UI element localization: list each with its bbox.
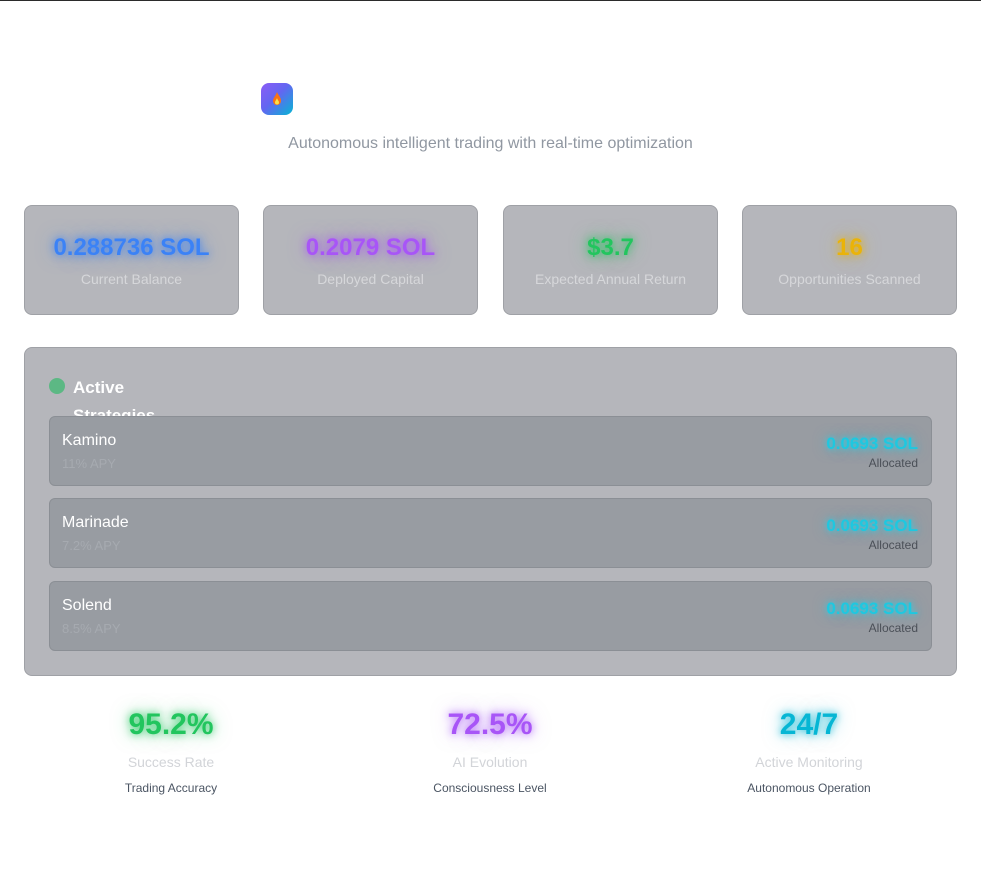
stat-label: Expected Annual Return: [535, 271, 686, 287]
strategy-name: Solend: [62, 597, 112, 614]
status-dot-icon: [49, 378, 65, 394]
app-logo: [261, 83, 293, 115]
metric-success-rate: 95.2% Success Rate Trading Accuracy: [51, 705, 291, 795]
strategy-apy: 7.2% APY: [62, 538, 121, 553]
strategy-row-kamino[interactable]: Kamino 11% APY 0.0693 SOL Allocated: [49, 416, 932, 486]
strategy-name: Kamino: [62, 432, 117, 449]
stat-value: $3.7: [587, 234, 634, 261]
strategy-row-marinade[interactable]: Marinade 7.2% APY 0.0693 SOL Allocated: [49, 498, 932, 568]
strategy-amount: 0.0693 SOL: [826, 599, 918, 618]
top-divider: [0, 0, 981, 1]
strategy-row-solend[interactable]: Solend 8.5% APY 0.0693 SOL Allocated: [49, 581, 932, 651]
metric-label: Success Rate: [127, 754, 215, 770]
metric-label: AI Evolution: [452, 754, 528, 770]
stat-card-deployed: 0.2079 SOL Deployed Capital: [263, 205, 478, 315]
metric-value: 72.5%: [447, 708, 533, 741]
stat-label: Current Balance: [80, 271, 183, 287]
metric-sublabel: Autonomous Operation: [747, 781, 871, 795]
metric-sublabel: Consciousness Level: [433, 781, 547, 795]
page-subtitle: Autonomous intelligent trading with real…: [288, 135, 693, 152]
metric-active-monitoring: 24/7 Active Monitoring Autonomous Operat…: [689, 705, 929, 795]
strategy-allocated-label: Allocated: [868, 456, 918, 470]
stat-value: 0.2079 SOL: [305, 234, 436, 261]
metric-sublabel: Trading Accuracy: [124, 781, 218, 795]
metric-value: 95.2%: [128, 708, 214, 741]
stat-label: Opportunities Scanned: [778, 271, 921, 287]
strategy-apy: 11% APY: [62, 456, 116, 471]
stat-label: Deployed Capital: [317, 271, 424, 287]
strategy-amount: 0.0693 SOL: [826, 516, 918, 535]
active-strategies-panel: Active Strategies Kamino 11% APY 0.0693 …: [24, 347, 957, 676]
metric-label: Active Monitoring: [755, 754, 863, 770]
flame-icon: [273, 92, 281, 105]
strategy-amount: 0.0693 SOL: [826, 434, 918, 453]
stat-card-balance: 0.288736 SOL Current Balance: [24, 205, 239, 315]
metric-value: 24/7: [779, 708, 839, 741]
stat-card-opportunities: 16 Opportunities Scanned: [742, 205, 957, 315]
strategy-allocated-label: Allocated: [868, 621, 918, 635]
strategy-apy: 8.5% APY: [62, 621, 121, 636]
strategy-name: Marinade: [62, 514, 129, 531]
stat-value: 16: [836, 234, 863, 261]
strategy-allocated-label: Allocated: [868, 538, 918, 552]
metric-ai-evolution: 72.5% AI Evolution Consciousness Level: [370, 705, 610, 795]
stat-value: 0.288736 SOL: [53, 234, 210, 261]
stat-card-return: $3.7 Expected Annual Return: [503, 205, 718, 315]
